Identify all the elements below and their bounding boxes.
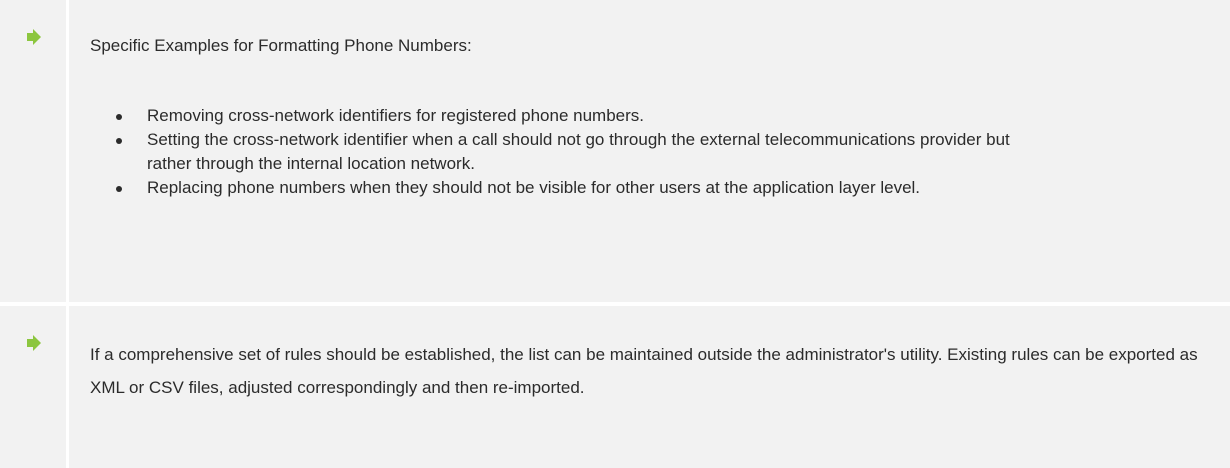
note-icon-column xyxy=(0,306,69,468)
note-content: If a comprehensive set of rules should b… xyxy=(90,338,1210,404)
right-arrow-icon xyxy=(27,335,41,351)
list-item: Replacing phone numbers when they should… xyxy=(90,176,1210,200)
list-item: Removing cross-network identifiers for r… xyxy=(90,104,1210,128)
list-item-text: Removing cross-network identifiers for r… xyxy=(147,106,645,125)
note-heading: Specific Examples for Formatting Phone N… xyxy=(90,36,472,55)
list-item-text: Setting the cross-network identifier whe… xyxy=(147,130,1010,173)
document-page: Specific Examples for Formatting Phone N… xyxy=(0,0,1230,468)
examples-list: Removing cross-network identifiers for r… xyxy=(90,104,1210,200)
note-icon-column xyxy=(0,0,69,302)
bullet-icon xyxy=(116,186,122,192)
note-paragraph: If a comprehensive set of rules should b… xyxy=(90,345,1198,397)
bullet-icon xyxy=(116,114,122,120)
note-content: Specific Examples for Formatting Phone N… xyxy=(90,35,1210,200)
note-box-rules-export: If a comprehensive set of rules should b… xyxy=(0,306,1230,468)
list-item-text: Replacing phone numbers when they should… xyxy=(147,178,921,197)
list-item: Setting the cross-network identifier whe… xyxy=(90,128,1210,176)
bullet-icon xyxy=(116,138,122,144)
right-arrow-icon xyxy=(27,29,41,45)
note-box-formatting-examples: Specific Examples for Formatting Phone N… xyxy=(0,0,1230,302)
